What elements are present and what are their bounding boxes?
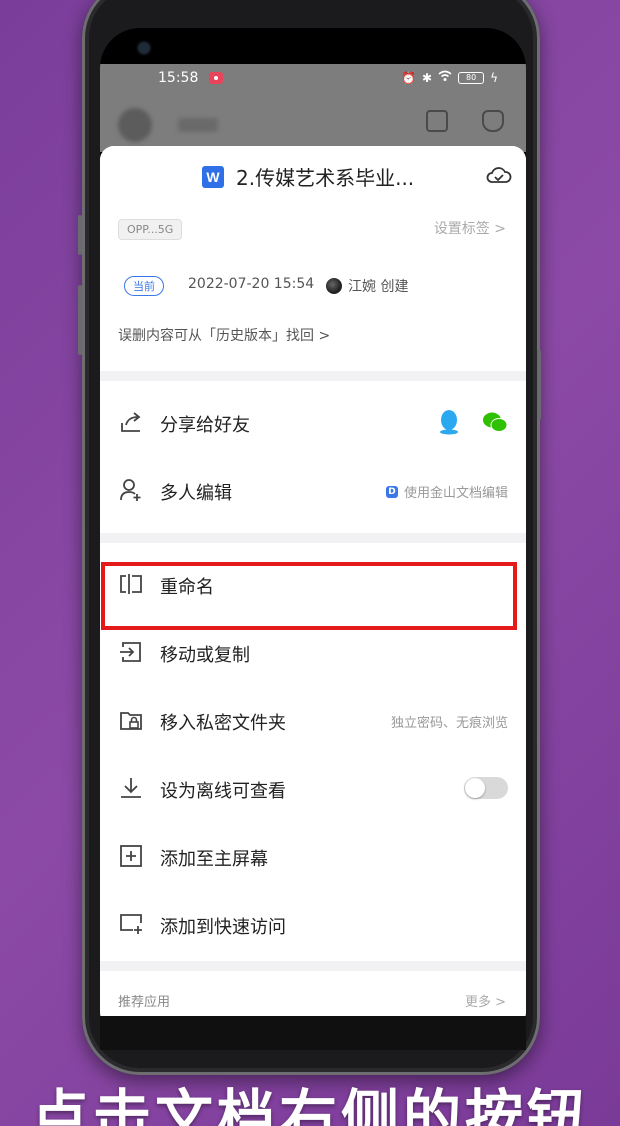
- set-tag-link[interactable]: 设置标签 >: [434, 218, 506, 238]
- screen-bottom-bezel: [100, 1016, 526, 1050]
- offline-toggle-wrap: [464, 777, 508, 799]
- share-targets: [438, 409, 508, 435]
- charging-icon: ϟ: [490, 70, 498, 85]
- avatar: [118, 108, 152, 142]
- side-button: [78, 215, 82, 255]
- bluetooth-icon: ✱: [422, 70, 433, 85]
- video-caption: 点击文档右侧的按钮: [30, 1083, 589, 1126]
- add-home-row[interactable]: 添加至主屏幕: [100, 823, 526, 891]
- side-button: [537, 350, 541, 420]
- word-doc-icon: W: [202, 165, 224, 188]
- recommend-more-link[interactable]: 更多 >: [465, 991, 506, 1010]
- offline-toggle[interactable]: [464, 777, 508, 799]
- shield-icon: [482, 110, 504, 132]
- kingsoft-docs-icon: D: [385, 485, 398, 498]
- quick-access-icon: [120, 914, 142, 934]
- book-icon: [426, 110, 448, 132]
- private-folder-label: 移入私密文件夹: [160, 713, 286, 734]
- doc-info-card: W 2.传媒艺术系毕业... OPP...5G 设置标签 > 当前 2022-0…: [100, 146, 526, 371]
- doc-title: W 2.传媒艺术系毕业...: [202, 162, 414, 191]
- creator-text: 江婉 创建: [348, 279, 409, 295]
- status-time: 15:58: [158, 70, 199, 86]
- rename-highlight-box: [101, 562, 517, 630]
- locked-folder-icon: [120, 712, 142, 730]
- status-bar: 15:58 ⏰ ✱ 80 ϟ: [100, 64, 526, 92]
- move-copy-label: 移动或复制: [160, 645, 250, 666]
- screen-record-icon: [209, 72, 223, 84]
- phone-screen: 15:58 ⏰ ✱ 80 ϟ W 2.传媒艺术系毕业... OPP...5G 设…: [100, 28, 526, 1050]
- multi-edit-label: 多人编辑: [160, 483, 232, 504]
- multi-edit-row[interactable]: 多人编辑 D 使用金山文档编辑: [100, 457, 526, 525]
- side-button: [78, 285, 82, 355]
- network-tag: OPP...5G: [118, 219, 183, 240]
- download-icon: [121, 778, 141, 798]
- bottom-sheet: W 2.传媒艺术系毕业... OPP...5G 设置标签 > 当前 2022-0…: [100, 146, 526, 1050]
- doc-title-text: 2.传媒艺术系毕业...: [236, 166, 415, 190]
- history-version-link[interactable]: 误删内容可从「历史版本」找回 >: [118, 325, 330, 345]
- kingsoft-docs-text: 使用金山文档编辑: [403, 486, 508, 501]
- share-section: 分享给好友 多人编辑 D 使用金山文档编辑: [100, 381, 526, 533]
- recommend-label: 推荐应用: [118, 995, 171, 1010]
- created-date: 2022-07-20 15:54: [188, 276, 315, 292]
- background-header: [100, 92, 526, 152]
- battery-icon: 80: [458, 71, 485, 84]
- share-label: 分享给好友: [160, 415, 250, 436]
- share-to-friend-row[interactable]: 分享给好友: [100, 389, 526, 457]
- kingsoft-docs-hint[interactable]: D 使用金山文档编辑: [385, 482, 508, 501]
- creator-info: 江婉 创建: [326, 276, 408, 296]
- alarm-icon: ⏰: [401, 70, 417, 85]
- move-icon: [120, 642, 141, 662]
- share-icon: [121, 412, 141, 432]
- private-folder-hint: 独立密码、无痕浏览: [390, 716, 508, 731]
- offline-row[interactable]: 设为离线可查看: [100, 755, 526, 823]
- current-version-badge: 当前: [124, 276, 164, 296]
- wifi-icon: [438, 70, 452, 85]
- add-person-icon: [120, 479, 141, 501]
- add-square-icon: [120, 845, 142, 867]
- offline-label: 设为离线可查看: [160, 781, 286, 802]
- username-blur: [178, 118, 218, 132]
- front-camera: [138, 42, 150, 54]
- add-home-label: 添加至主屏幕: [160, 849, 268, 870]
- creator-avatar: [326, 278, 342, 294]
- cloud-sync-icon[interactable]: [486, 164, 512, 190]
- status-icons: ⏰ ✱ 80 ϟ: [401, 70, 498, 85]
- quick-access-label: 添加到快速访问: [160, 917, 286, 938]
- wechat-icon[interactable]: [482, 411, 508, 433]
- private-folder-row[interactable]: 移入私密文件夹 独立密码、无痕浏览: [100, 687, 526, 755]
- qq-icon[interactable]: [438, 409, 460, 435]
- quick-access-row[interactable]: 添加到快速访问: [100, 891, 526, 959]
